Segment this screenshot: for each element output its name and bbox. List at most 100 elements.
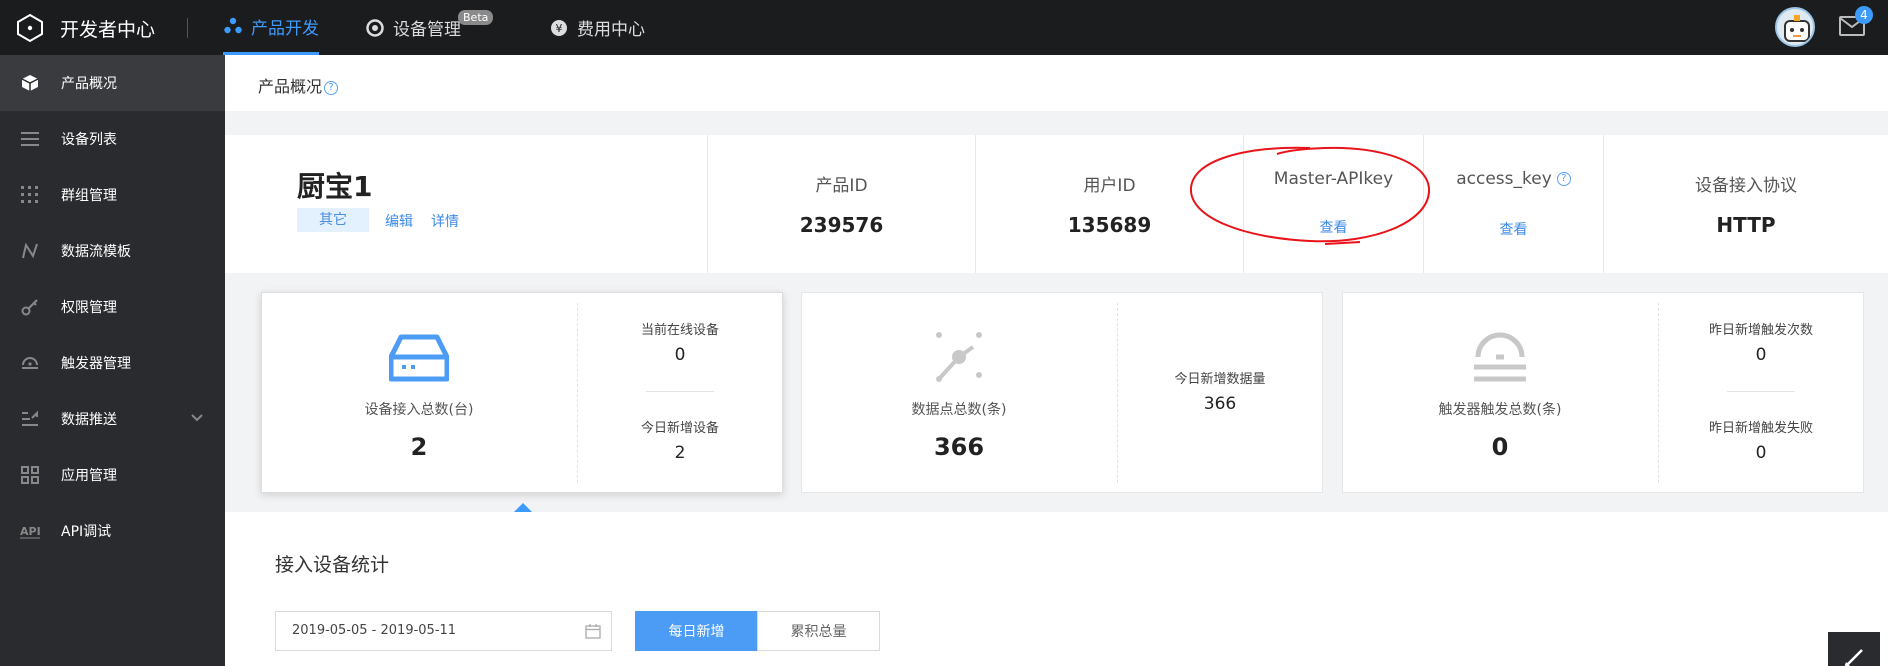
api-icon: API xyxy=(20,521,40,541)
sidebar-item-device-list[interactable]: 设备列表 xyxy=(0,111,225,167)
edit-floating-button[interactable] xyxy=(1828,632,1880,666)
active-card-pointer xyxy=(514,503,532,512)
sidebar-item-data-push[interactable]: 数据推送 xyxy=(0,391,225,447)
protocol-label: 设备接入协议 xyxy=(1695,176,1797,196)
page-header: 产品概况? xyxy=(225,55,1888,111)
pencil-icon xyxy=(1844,649,1863,666)
annotation-circle xyxy=(1189,146,1431,245)
cumulative-total-button[interactable]: 累积总量 xyxy=(757,611,880,651)
today-new-device-label: 今日新增设备 xyxy=(640,421,719,436)
help-icon[interactable]: ? xyxy=(324,80,339,95)
trigger-total-value: 0 xyxy=(1491,433,1509,461)
protocol-value: HTTP xyxy=(1716,213,1776,237)
yen-icon: ¥ xyxy=(549,18,569,38)
sidebar-item-label: 群组管理 xyxy=(61,188,117,204)
device-manage-icon xyxy=(365,18,385,38)
user-avatar[interactable] xyxy=(1775,7,1815,47)
datapoint-stats-card[interactable]: 数据点总数(条) 366 今日新增数据量 366 xyxy=(801,292,1323,493)
key-icon xyxy=(20,297,40,317)
protocol-cell: 设备接入协议 HTTP xyxy=(1603,135,1888,273)
sidebar-item-api-debug[interactable]: API API调试 xyxy=(0,503,225,559)
nav-device-manage[interactable]: 设备管理 xyxy=(365,0,461,55)
yesterday-trigger-value: 0 xyxy=(1755,345,1767,365)
access-key-label: access_key xyxy=(1456,169,1552,189)
sidebar-item-label: 设备列表 xyxy=(61,132,117,148)
access-key-view-link[interactable]: 查看 xyxy=(1424,219,1603,239)
trigger-total-label: 触发器触发总数(条) xyxy=(1438,402,1562,418)
device-stats-card[interactable]: 设备接入总数(台) 2 当前在线设备 0 今日新增设备 2 xyxy=(261,292,783,493)
brand-title[interactable]: 开发者中心 xyxy=(60,15,155,42)
access-key-help-icon[interactable]: ? xyxy=(1556,172,1571,186)
nav-billing[interactable]: ¥ 费用中心 xyxy=(549,0,645,55)
product-id-cell: 产品ID 239576 xyxy=(707,135,975,273)
sidebar-item-label: 应用管理 xyxy=(61,468,117,484)
product-id-value: 239576 xyxy=(799,213,884,237)
sidebar-item-permission[interactable]: 权限管理 xyxy=(0,279,225,335)
card-separator xyxy=(646,391,714,392)
product-category-tag: 其它 xyxy=(297,208,369,232)
apps-icon xyxy=(20,465,40,485)
datapoint-total-label: 数据点总数(条) xyxy=(911,402,1007,418)
grid-dots-icon xyxy=(20,185,40,205)
edit-link[interactable]: 编辑 xyxy=(385,211,413,231)
trigger-stats-card[interactable]: 触发器触发总数(条) 0 昨日新增触发次数 0 昨日新增触发失败 0 xyxy=(1342,292,1864,493)
trigger-gauge-icon xyxy=(1474,332,1526,382)
product-dev-icon xyxy=(223,16,243,36)
card-separator xyxy=(1727,391,1795,392)
device-total-value: 2 xyxy=(410,433,428,461)
online-device-value: 0 xyxy=(674,345,686,365)
sidebar-item-label: 权限管理 xyxy=(61,300,117,316)
device-box-icon xyxy=(389,334,449,382)
nav-device-manage-label: 设备管理 xyxy=(393,20,461,40)
online-device-label: 当前在线设备 xyxy=(640,323,719,338)
chevron-down-icon[interactable] xyxy=(190,411,204,425)
device-total-label: 设备接入总数(台) xyxy=(364,402,474,418)
datapoint-icon xyxy=(936,332,982,382)
access-key-cell: access_key? 查看 xyxy=(1423,135,1603,273)
trigger-icon xyxy=(20,353,40,373)
flow-icon xyxy=(20,241,40,261)
sidebar: 产品概况 设备列表 群组管理 数据流模板 权限管理 触发器管理 数据推送 应用管… xyxy=(0,55,225,666)
today-new-device-value: 2 xyxy=(674,443,686,463)
logo-icon[interactable] xyxy=(15,13,45,43)
list-icon xyxy=(20,129,40,149)
top-bar: 开发者中心 产品开发 设备管理 Beta ¥ 费用中心 4 xyxy=(0,0,1888,55)
datapoint-total-value: 366 xyxy=(933,433,985,461)
nav-product-dev[interactable]: 产品开发 xyxy=(223,0,319,55)
push-icon xyxy=(20,409,40,429)
page-title: 产品概况? xyxy=(258,73,339,97)
today-new-data-label: 今日新增数据量 xyxy=(1174,372,1266,387)
date-range-value: 2019-05-05 - 2019-05-11 xyxy=(292,623,457,638)
sidebar-item-label: 数据流模板 xyxy=(61,244,131,260)
sidebar-item-label: 产品概况 xyxy=(61,76,117,92)
sidebar-item-label: API调试 xyxy=(61,524,112,540)
yesterday-fail-value: 0 xyxy=(1755,443,1767,463)
daily-new-button[interactable]: 每日新增 xyxy=(635,611,758,651)
stats-title: 接入设备统计 xyxy=(275,554,390,576)
calendar-icon[interactable] xyxy=(585,623,601,639)
nav-product-dev-label: 产品开发 xyxy=(251,18,319,39)
sidebar-item-group-manage[interactable]: 群组管理 xyxy=(0,167,225,223)
detail-link[interactable]: 详情 xyxy=(431,211,459,231)
svg-text:¥: ¥ xyxy=(556,22,563,35)
sidebar-item-trigger-manage[interactable]: 触发器管理 xyxy=(0,335,225,391)
page-title-text: 产品概况 xyxy=(258,77,323,96)
product-info-row: 厨宝1 其它 编辑 详情 产品ID 239576 用户ID 135689 Mas… xyxy=(225,135,1888,273)
product-id-label: 产品ID xyxy=(815,176,868,196)
device-access-stats: 接入设备统计 2019-05-05 - 2019-05-11 每日新增 累积总量 xyxy=(225,512,1888,666)
yesterday-trigger-label: 昨日新增触发次数 xyxy=(1708,323,1813,338)
brand-divider xyxy=(187,18,188,38)
sidebar-item-product-overview[interactable]: 产品概况 xyxy=(0,55,225,111)
access-key-label-row: access_key? xyxy=(1424,169,1603,189)
yesterday-fail-label: 昨日新增触发失败 xyxy=(1708,421,1813,436)
card-divider xyxy=(577,303,578,483)
beta-badge: Beta xyxy=(458,10,494,25)
cube-icon xyxy=(20,73,40,93)
svg-text:API: API xyxy=(20,525,40,538)
today-new-data-value: 366 xyxy=(1203,394,1237,414)
nav-billing-label: 费用中心 xyxy=(577,20,645,40)
sidebar-item-datastream-template[interactable]: 数据流模板 xyxy=(0,223,225,279)
sidebar-item-app-manage[interactable]: 应用管理 xyxy=(0,447,225,503)
date-range-picker[interactable]: 2019-05-05 - 2019-05-11 xyxy=(275,611,612,651)
mail-count-badge: 4 xyxy=(1855,6,1873,24)
